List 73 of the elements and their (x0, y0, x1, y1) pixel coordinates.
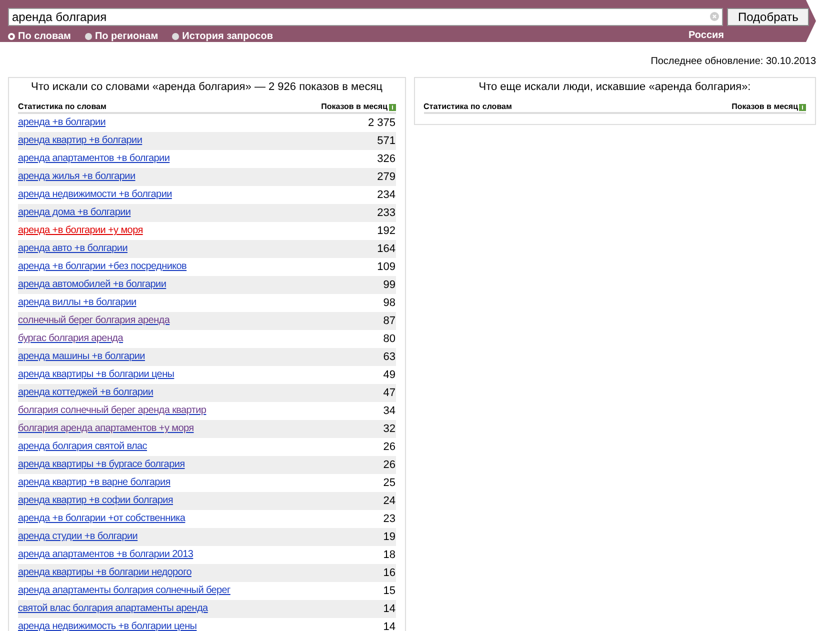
phrase-link[interactable]: болгария солнечный берег аренда квартир (18, 405, 206, 417)
phrase-link[interactable]: аренда машины +в болгарии (18, 351, 145, 363)
count-cell: 26 (383, 459, 396, 471)
mode-radio[interactable]: По словам (8, 29, 71, 44)
phrase-link[interactable]: аренда студии +в болгарии (18, 531, 138, 543)
count-cell: 49 (383, 369, 396, 381)
column-header: Показов в месяц (732, 102, 798, 112)
phrase-link[interactable]: аренда квартиры +в бургасе болгария (18, 459, 185, 471)
phrase-link[interactable]: аренда болгария святой влас (18, 441, 148, 453)
mode-radio[interactable]: История запросов (172, 29, 273, 44)
phrase-link[interactable]: аренда квартиры +в болгарии недорого (18, 567, 192, 579)
count-cell: 109 (377, 261, 396, 273)
phrase-link[interactable]: аренда +в болгарии (18, 117, 106, 129)
count-cell: 14 (383, 621, 396, 631)
panel-title: Что искали со словами «аренда болгария» — 2 926 показов в месяц (30, 80, 384, 94)
count-cell: 18 (383, 549, 396, 561)
count-cell: 98 (383, 297, 396, 309)
phrase-link[interactable]: аренда +в болгарии +без посредников (18, 261, 187, 273)
count-cell: 26 (383, 441, 396, 453)
phrase-link[interactable]: аренда квартиры +в болгарии цены (18, 369, 174, 381)
phrase-link[interactable]: аренда автомобилей +в болгарии (18, 279, 166, 291)
count-cell: 87 (383, 315, 396, 327)
count-cell: 99 (383, 279, 396, 291)
search-field[interactable]: аренда болгария (8, 8, 723, 26)
phrase-link[interactable]: аренда квартир +в болгарии (18, 135, 142, 147)
count-cell: 192 (377, 225, 396, 237)
count-cell: 233 (377, 207, 396, 219)
phrase-link[interactable]: бургас болгария аренда (18, 333, 123, 345)
count-cell: 23 (383, 513, 396, 525)
count-cell: 24 (383, 495, 396, 507)
phrase-link[interactable]: аренда апартаментов +в болгарии (18, 153, 170, 165)
count-cell: 19 (383, 531, 396, 543)
phrase-link[interactable]: аренда квартир +в софии болгария (18, 495, 174, 507)
count-cell: 234 (377, 189, 396, 201)
last-update-text: Последнее обновление: 30.10.2013 (650, 55, 816, 69)
help-icon[interactable] (799, 104, 806, 110)
help-icon[interactable] (388, 104, 396, 110)
count-cell: 164 (377, 243, 396, 255)
phrase-link[interactable]: аренда квартир +в варне болгария (18, 477, 170, 489)
phrase-link[interactable]: аренда недвижимости +в болгарии (18, 189, 172, 201)
count-cell: 32 (383, 423, 396, 435)
phrase-link[interactable]: аренда дома +в болгарии (18, 207, 131, 219)
column-header: Статистика по словам (18, 102, 106, 112)
count-cell: 326 (377, 153, 396, 165)
phrase-link[interactable]: болгария аренда апартаментов +у моря (18, 423, 194, 435)
count-cell: 2 375 (368, 117, 396, 129)
count-cell: 63 (383, 351, 396, 363)
count-cell: 14 (383, 603, 396, 615)
phrase-link[interactable]: аренда виллы +в болгарии (18, 297, 136, 309)
phrase-link[interactable]: аренда недвижимость +в болгарии цены (18, 621, 197, 631)
panel-title: Что еще искали люди, искавшие «аренда болгария»: (478, 80, 752, 94)
phrase-link[interactable]: солнечный берег болгария аренда (18, 315, 170, 327)
count-cell: 15 (383, 585, 396, 597)
count-cell: 80 (383, 333, 396, 345)
column-header: Статистика по словам (424, 102, 512, 112)
count-cell: 25 (383, 477, 396, 489)
phrase-link[interactable]: аренда авто +в болгарии (18, 243, 128, 255)
count-cell: 34 (383, 405, 396, 417)
phrase-link[interactable]: аренда коттеджей +в болгарии (18, 387, 154, 399)
phrase-link[interactable]: святой влас болгария апартаменты аренда (18, 603, 208, 615)
count-cell: 47 (383, 387, 396, 399)
submit-button[interactable]: Подобрать (727, 8, 810, 26)
phrase-link[interactable]: аренда +в болгарии +у моря (18, 225, 143, 237)
phrase-link[interactable]: аренда апартаментов +в болгарии 2013 (18, 549, 194, 561)
count-cell: 279 (377, 171, 396, 183)
region-link[interactable]: Россия (688, 30, 724, 43)
count-cell: 571 (377, 135, 396, 147)
phrase-link[interactable]: аренда +в болгарии +от собственника (18, 513, 186, 525)
mode-radio[interactable]: По регионам (84, 29, 158, 44)
count-cell: 16 (383, 567, 396, 579)
column-header: Показов в месяц (321, 102, 388, 112)
phrase-link[interactable]: аренда апартаменты болгария солнечный берег (18, 585, 230, 597)
phrase-link[interactable]: аренда жилья +в болгарии (18, 171, 136, 183)
